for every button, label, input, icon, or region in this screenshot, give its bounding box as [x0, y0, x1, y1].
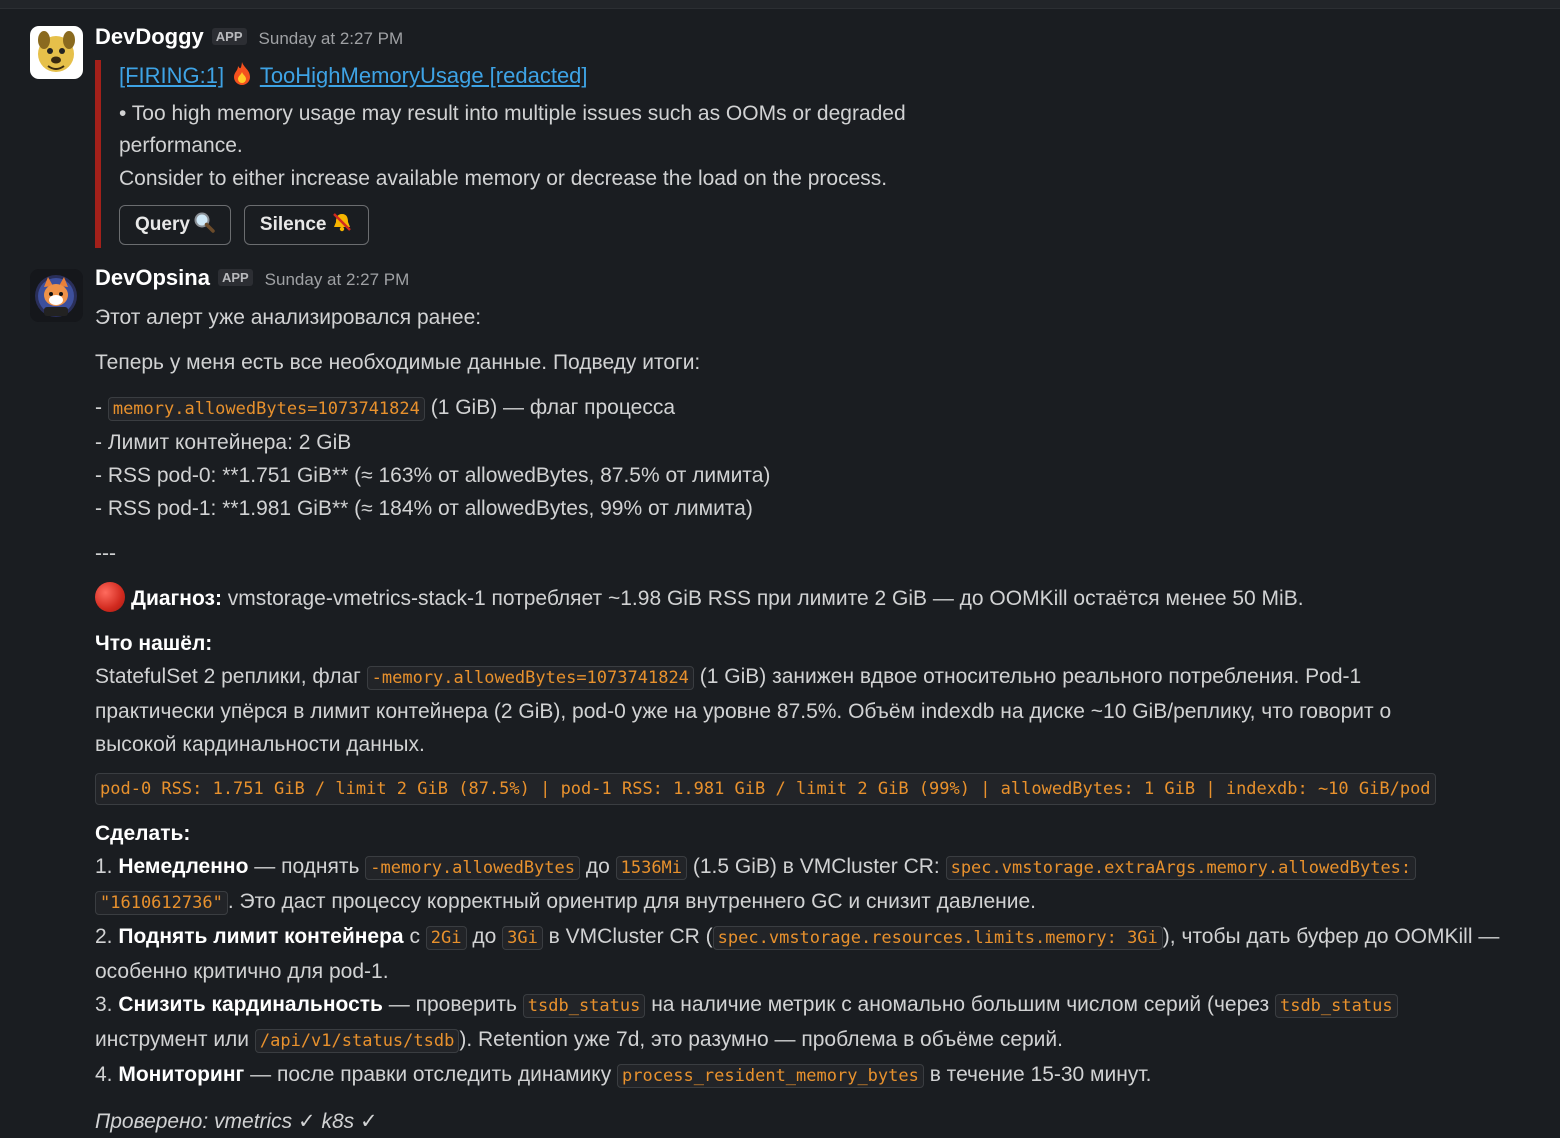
message-header: DevOpsina APP Sunday at 2:27 PM [95, 265, 1560, 301]
item-text: . Это даст процессу корректный ориентир … [227, 890, 1037, 913]
found-text-4: высокой кардинальности данных. [95, 733, 425, 756]
inline-code: memory.allowedBytes=1073741824 [107, 397, 425, 421]
avatar[interactable] [30, 269, 83, 322]
query-button[interactable]: Query [119, 205, 231, 245]
app-badge: APP [217, 269, 253, 286]
inline-code: -memory.allowedBytes=1073741824 [366, 666, 694, 690]
item-bold: Немедленно [118, 855, 249, 878]
top-bar [0, 0, 1560, 9]
list-item: - memory.allowedBytes=1073741824 (1 GiB)… [95, 391, 1560, 426]
inline-code: tsdb_status [1274, 994, 1398, 1018]
sender-name[interactable]: DevOpsina [95, 265, 210, 291]
found-text-1: StatefulSet 2 реплики, флаг [95, 665, 367, 688]
found-heading: Что нашёл: [95, 627, 1560, 660]
list-item: - RSS pod-0: **1.751 GiB** (≈ 163% от al… [95, 464, 771, 487]
item-text: инструмент или [95, 1028, 255, 1051]
magnifier-icon [193, 211, 215, 239]
item-bold: Снизить кардинальность [118, 993, 383, 1016]
summary-intro: Теперь у меня есть все необходимые данны… [95, 351, 701, 374]
silence-button[interactable]: Silence [243, 205, 370, 245]
item-text: с [403, 925, 426, 948]
item-text: ). Retention уже 7d, это разумно — пробл… [459, 1028, 1063, 1051]
separator: --- [95, 542, 116, 565]
inline-code: -memory.allowedBytes [365, 856, 580, 880]
timestamp[interactable]: Sunday at 2:27 PM [259, 29, 404, 49]
summary-list: - memory.allowedBytes=1073741824 (1 GiB)… [95, 391, 1560, 525]
todo-heading: Сделать: [95, 817, 1560, 850]
found-text-2: (1 GiB) занижен вдвое относительно реаль… [693, 665, 1362, 688]
alert-title-link[interactable]: TooHighMemoryUsage [redacted] [260, 63, 588, 88]
item-number: 3. [95, 993, 119, 1016]
todo-item-1-cont: "1610612736". Это даст процессу корректн… [95, 885, 1560, 920]
todo-item-3: 3. Снизить кардинальность — проверить ts… [95, 988, 1560, 1023]
inline-code: 2Gi [425, 926, 467, 950]
item-bold: Мониторинг [118, 1063, 245, 1086]
list-item: - RSS pod-1: **1.981 GiB** (≈ 184% от al… [95, 497, 753, 520]
item-text: (1.5 GiB) в VMCluster CR: [687, 855, 946, 878]
item-bold: Поднять лимит контейнера [118, 925, 404, 948]
message-devopsina: DevOpsina APP Sunday at 2:27 PM Этот але… [0, 265, 1560, 1138]
inline-code: spec.vmstorage.resources.limits.memory: … [712, 926, 1163, 950]
muted-bell-icon [331, 211, 353, 239]
item-text: на наличие метрик с аномально большим чи… [645, 993, 1275, 1016]
alert-line-1: • Too high memory usage may result into … [119, 101, 906, 125]
item-number: 4. [95, 1063, 119, 1086]
alert-title[interactable]: [FIRING:1] TooHighMemoryUsage [redacted] [119, 60, 1560, 98]
item-text: до [580, 855, 616, 878]
message-devdoggy: DevDoggy APP Sunday at 2:27 PM [FIRING:1… [0, 24, 1560, 248]
alert-line-2: performance. [119, 134, 243, 157]
code-block-text: pod-0 RSS: 1.751 GiB / limit 2 GiB (87.5… [95, 773, 1436, 805]
message-header: DevDoggy APP Sunday at 2:27 PM [95, 24, 1560, 60]
found-text-3: практически упёрся в лимит контейнера (2… [95, 700, 1392, 723]
red-circle-icon [95, 582, 125, 612]
item-text: — поднять [248, 855, 366, 878]
inline-code: spec.vmstorage.extraArgs.memory.allowedB… [945, 856, 1417, 880]
list-item-text: (1 GiB) — флаг процесса [424, 396, 676, 419]
todo-item-3-cont: инструмент или /api/v1/status/tsdb). Ret… [95, 1023, 1560, 1058]
found-text: StatefulSet 2 реплики, флаг -memory.allo… [95, 660, 1560, 695]
alert-line-3: Consider to either increase available me… [119, 166, 888, 190]
diagnosis: Диагноз: vmstorage-vmetrics-stack-1 потр… [95, 582, 1560, 615]
inline-code: "1610612736" [95, 891, 228, 915]
inline-code: 3Gi [502, 926, 543, 950]
todo-item-2-cont: особенно критично для pod-1. [95, 960, 389, 983]
intro-text: Этот алерт уже анализировался ранее: [95, 306, 482, 329]
silence-button-label: Silence [259, 214, 327, 235]
item-number: 1. [95, 855, 119, 878]
item-text: — проверить [382, 993, 523, 1016]
todo-heading-text: Сделать: [95, 822, 191, 845]
item-text: в VMCluster CR ( [542, 925, 713, 948]
todo-item-2: 2. Поднять лимит контейнера с 2Gi до 3Gi… [95, 920, 1560, 955]
list-item: - Лимит контейнера: 2 GiB [95, 431, 352, 454]
alert-title-prefix[interactable]: [FIRING:1] [119, 63, 224, 88]
alert-buttons: Query Silence [119, 205, 1560, 248]
fire-icon [230, 61, 254, 98]
found-heading-text: Что нашёл: [95, 632, 213, 655]
query-button-label: Query [135, 214, 190, 235]
item-number: 2. [95, 925, 119, 948]
todo-item-4: 4. Мониторинг — после правки отследить д… [95, 1058, 1560, 1093]
avatar[interactable] [30, 26, 83, 79]
timestamp[interactable]: Sunday at 2:27 PM [265, 270, 410, 290]
diagnosis-text: vmstorage-vmetrics-stack-1 потребляет ~1… [221, 587, 1304, 610]
inline-code: process_resident_memory_bytes [617, 1064, 924, 1088]
item-text: — после правки отследить динамику [244, 1063, 618, 1086]
diagnosis-label: Диагноз: [131, 587, 222, 610]
code-block[interactable]: pod-0 RSS: 1.751 GiB / limit 2 GiB (87.5… [95, 773, 1560, 805]
verified-footer: Проверено: vmetrics ✓ k8s ✓ [95, 1110, 378, 1133]
item-text: до [466, 925, 503, 948]
alert-attachment: [FIRING:1] TooHighMemoryUsage [redacted]… [95, 60, 1560, 248]
inline-code: tsdb_status [522, 994, 646, 1018]
item-text: ), чтобы дать буфер до OOMKill — [1162, 925, 1500, 948]
item-text: в течение 15-30 минут. [923, 1063, 1152, 1086]
inline-code: /api/v1/status/tsdb [254, 1029, 460, 1053]
sender-name[interactable]: DevDoggy [95, 24, 204, 50]
todo-item-1: 1. Немедленно — поднять -memory.allowedB… [95, 850, 1560, 885]
app-badge: APP [211, 28, 247, 45]
list-dash: - [95, 396, 108, 419]
inline-code: 1536Mi [615, 856, 688, 880]
